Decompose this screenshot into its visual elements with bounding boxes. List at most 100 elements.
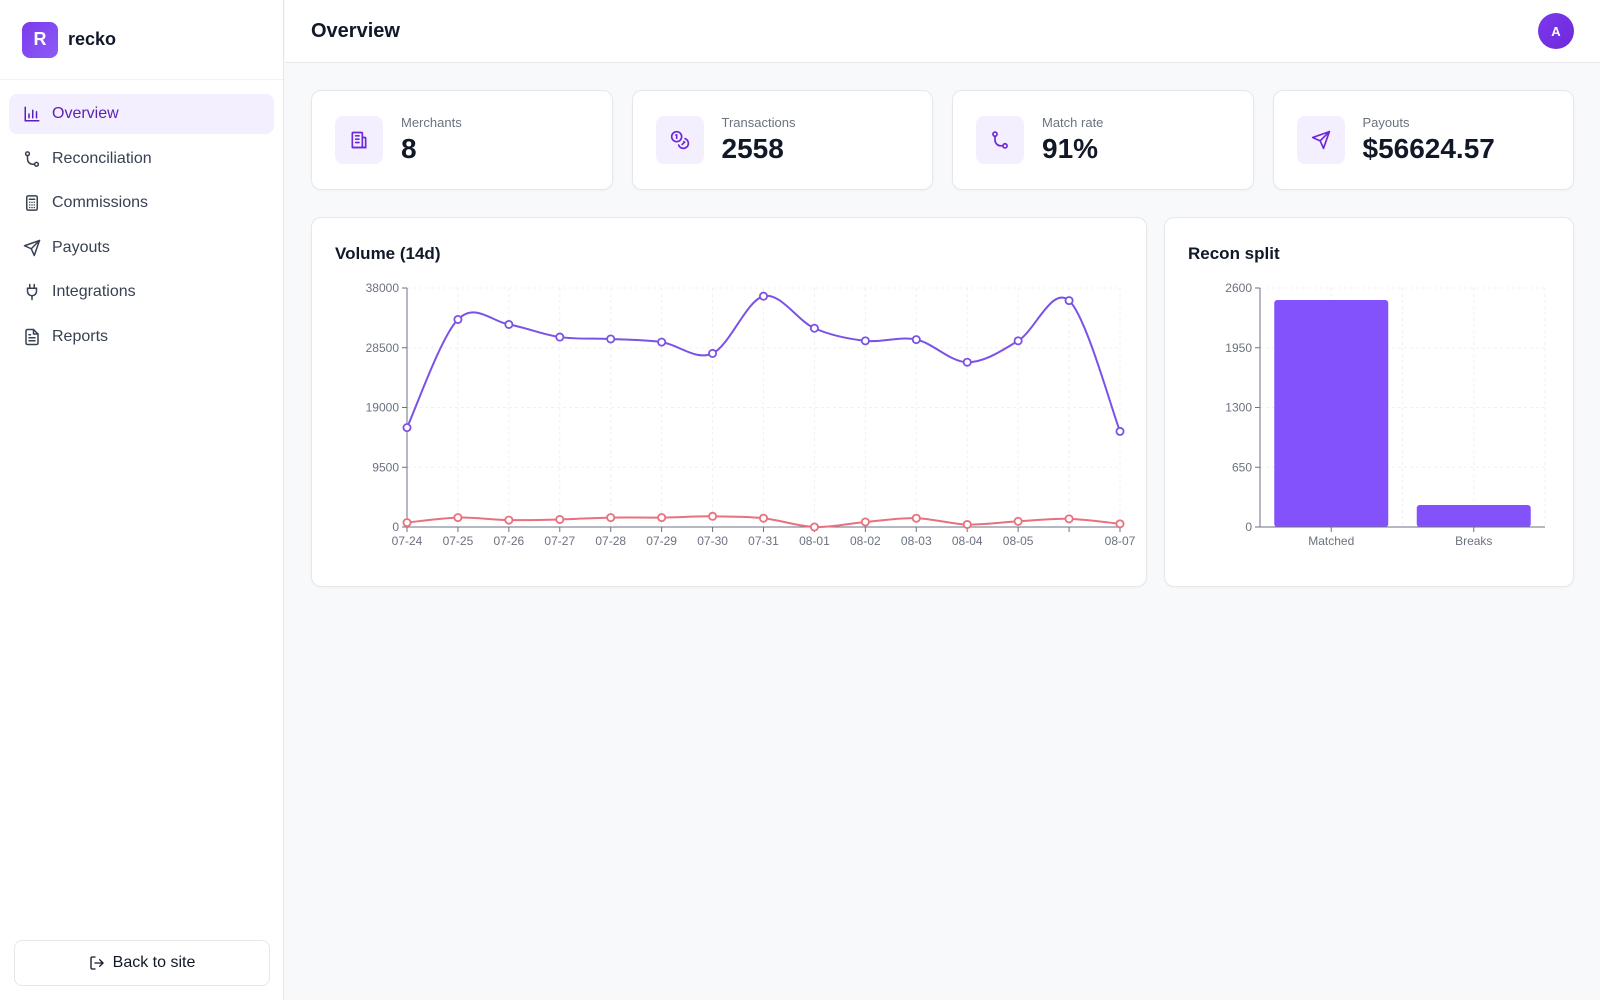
y-tick-label: 9500 xyxy=(372,460,399,474)
brand[interactable]: R recko xyxy=(0,0,283,80)
bar-breaks xyxy=(1416,504,1531,527)
x-tick-label: 07-25 xyxy=(443,534,474,548)
series-point-2 xyxy=(1064,514,1074,524)
stat-label: Transactions xyxy=(721,115,796,130)
send-icon xyxy=(1296,116,1345,164)
recon-split-card: Recon split 0 650 1300 1950 2600 Matched Break… xyxy=(1164,217,1574,587)
plug-icon xyxy=(23,283,41,301)
stat-label: Payouts xyxy=(1362,115,1410,130)
x-tick-label: 07-28 xyxy=(595,534,626,548)
x-tick-label: 08-07 xyxy=(1105,534,1136,548)
stat-label: Match rate xyxy=(1042,115,1104,130)
x-tick-label: Matched xyxy=(1308,534,1354,548)
series-line-1 xyxy=(406,294,1121,432)
stat-card-match-rate: Match rate 91% xyxy=(952,90,1254,190)
x-tick-label: 07-24 xyxy=(392,534,423,548)
series-point-1 xyxy=(1013,336,1023,346)
y-tick-label: 650 xyxy=(1232,460,1252,474)
y-tick-label: 2600 xyxy=(1225,281,1252,295)
bar-matched xyxy=(1274,299,1389,527)
series-point-2 xyxy=(758,513,768,523)
series-point-1 xyxy=(606,334,616,344)
y-tick-label: 0 xyxy=(1245,520,1252,534)
series-point-1 xyxy=(809,323,819,333)
page-title: Overview xyxy=(311,19,400,42)
back-to-site-button[interactable]: Back to site xyxy=(14,940,270,986)
series-point-2 xyxy=(860,517,870,527)
recon-bar-chart: 0 650 1300 1950 2600 Matched Breaks xyxy=(1225,281,1546,548)
stat-value: 2558 xyxy=(721,133,784,164)
sidebar-item-label: Reports xyxy=(52,327,109,345)
series-point-2 xyxy=(402,518,412,528)
sidebar-item-label: Payouts xyxy=(52,238,110,256)
stat-label: Merchants xyxy=(401,115,462,130)
series-point-2 xyxy=(809,522,819,532)
series-point-1 xyxy=(758,291,768,301)
y-tick-label: 38000 xyxy=(366,281,400,295)
chart-grid xyxy=(406,287,1121,528)
stat-card-payouts: Payouts $56624.57 xyxy=(1272,90,1574,190)
sidebar-item-integrations[interactable]: Integrations xyxy=(9,272,274,312)
series-point-1 xyxy=(708,348,718,358)
sidebar-nav: Overview Reconciliation Commissions Payo… xyxy=(0,80,283,357)
series-point-1 xyxy=(402,423,412,433)
x-tick-label: 08-01 xyxy=(799,534,830,548)
x-tick-label: 08-03 xyxy=(901,534,932,548)
sidebar-item-payouts[interactable]: Payouts xyxy=(9,228,274,268)
brand-logo: R xyxy=(22,21,58,58)
y-tick-label: 19000 xyxy=(366,401,400,415)
series-point-2 xyxy=(911,513,921,523)
sidebar-item-reconciliation[interactable]: Reconciliation xyxy=(9,139,274,179)
building-icon xyxy=(335,116,383,164)
series-point-1 xyxy=(962,357,972,367)
sidebar-item-label: Reconciliation xyxy=(52,149,152,167)
git-merge-icon xyxy=(976,116,1024,164)
stat-value: 91% xyxy=(1042,133,1099,164)
series-point-2 xyxy=(555,514,565,524)
series-point-1 xyxy=(1115,426,1125,436)
y-tick-label: 1300 xyxy=(1225,401,1252,415)
calculator-icon xyxy=(23,194,41,212)
series-point-1 xyxy=(504,319,514,329)
y-tick-label: 0 xyxy=(392,520,399,534)
volume-chart-card: Volume (14d) 0 9500 19000 28500 38000 07-24 07… xyxy=(311,217,1147,587)
stat-value: 8 xyxy=(401,133,417,164)
series-point-1 xyxy=(860,336,870,346)
x-tick-label: 07-27 xyxy=(544,534,575,548)
sidebar-item-overview[interactable]: Overview xyxy=(9,94,274,134)
brand-name: recko xyxy=(68,29,117,49)
series-point-2 xyxy=(1115,519,1125,529)
series-point-2 xyxy=(453,513,463,523)
back-to-site-label: Back to site xyxy=(112,954,196,971)
series-point-1 xyxy=(453,314,463,324)
series-point-2 xyxy=(962,519,972,529)
stats-row: Merchants 8 Transactions 2558 Match rate… xyxy=(311,90,1574,190)
sidebar-item-reports[interactable]: Reports xyxy=(9,317,274,357)
x-tick-label: 08-02 xyxy=(850,534,881,548)
x-tick-label: 07-30 xyxy=(697,534,728,548)
series-point-1 xyxy=(555,332,565,342)
file-text-icon xyxy=(23,328,41,346)
stat-card-merchants: Merchants 8 xyxy=(311,90,613,190)
x-tick-label: 07-31 xyxy=(748,534,779,548)
volume-line-chart: 0 9500 19000 28500 38000 07-24 07-25 07-26 07-27… xyxy=(366,281,1136,548)
series-point-1 xyxy=(657,337,667,347)
series-point-2 xyxy=(708,511,718,521)
series-point-2 xyxy=(657,513,667,523)
series-point-2 xyxy=(504,515,514,525)
avatar[interactable]: A xyxy=(1538,13,1574,49)
sidebar-item-label: Overview xyxy=(52,105,119,122)
log-out-icon xyxy=(89,955,105,971)
stat-card-transactions: Transactions 2558 xyxy=(631,90,933,190)
git-merge-icon xyxy=(23,150,41,168)
x-tick-label: 08-05 xyxy=(1003,534,1034,548)
coins-icon xyxy=(655,116,704,164)
sidebar-item-commissions[interactable]: Commissions xyxy=(9,183,274,223)
x-tick-label: 08-04 xyxy=(952,534,983,548)
bar-chart-icon xyxy=(23,105,41,123)
series-point-2 xyxy=(1013,516,1023,526)
x-tick-label: 07-26 xyxy=(494,534,525,548)
x-tick-label: Breaks xyxy=(1455,534,1492,548)
sidebar-item-label: Commissions xyxy=(52,194,149,211)
x-tick-label: 07-29 xyxy=(646,534,677,548)
